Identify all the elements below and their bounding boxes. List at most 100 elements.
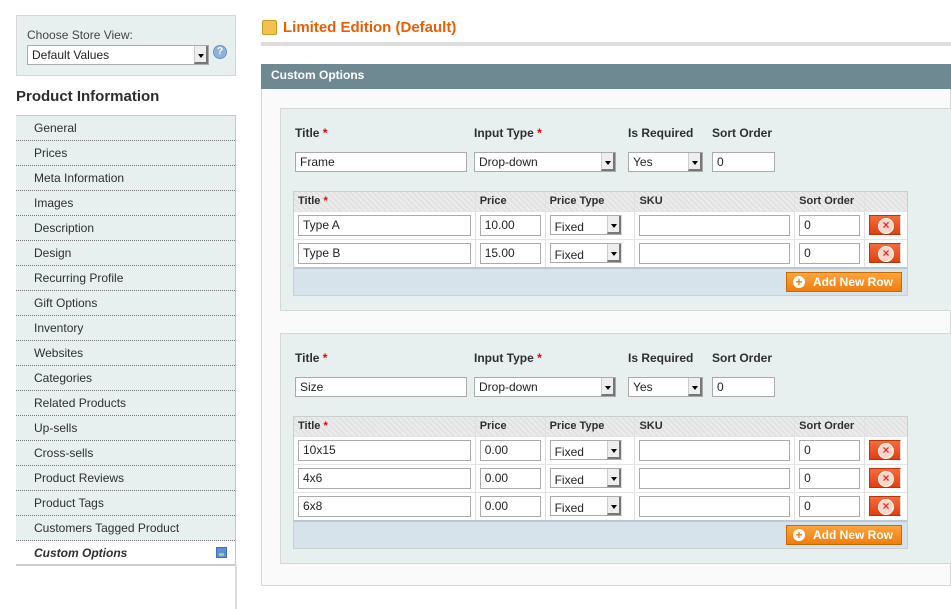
- sidebar-item-product-reviews[interactable]: Product Reviews: [16, 466, 235, 491]
- store-view-label: Choose Store View:: [27, 28, 133, 42]
- option-title-input[interactable]: Size: [295, 377, 467, 397]
- delete-row-button[interactable]: [869, 243, 902, 263]
- sidebar-item-label: Custom Options: [34, 546, 128, 560]
- price-input[interactable]: 15.00: [479, 243, 541, 264]
- delete-row-button[interactable]: [869, 468, 902, 488]
- price-type-select[interactable]: Fixed: [549, 468, 622, 488]
- divider: [235, 565, 237, 609]
- field-label: Title *: [295, 126, 328, 140]
- sidebar-item-label: General: [34, 121, 77, 135]
- sidebar-item-design[interactable]: Design: [16, 241, 235, 266]
- price-input[interactable]: 0.00: [479, 468, 541, 489]
- sidebar-item-label: Prices: [34, 146, 68, 160]
- sku-input[interactable]: [639, 468, 791, 489]
- price-type-select[interactable]: Fixed: [549, 440, 622, 460]
- chevron-down-icon: [601, 153, 615, 171]
- field-label: Sort Order: [712, 126, 773, 140]
- sidebar-item-label: Up-sells: [34, 421, 78, 435]
- page-title: Limited Edition (Default): [262, 19, 456, 36]
- price-input[interactable]: 0.00: [479, 440, 541, 461]
- sidebar-item-inventory[interactable]: Inventory: [16, 316, 235, 341]
- sidebar-item-product-tags[interactable]: Product Tags: [16, 491, 235, 516]
- delete-row-button[interactable]: [869, 440, 902, 460]
- chevron-down-icon: [688, 378, 702, 396]
- sidebar-item-prices[interactable]: Prices: [16, 141, 235, 166]
- price-input[interactable]: 0.00: [479, 496, 541, 517]
- chevron-down-icon: [606, 244, 621, 262]
- sort-order-input[interactable]: 0: [712, 377, 775, 397]
- sort-order-input[interactable]: 0: [712, 152, 775, 172]
- add-new-row-button[interactable]: Add New Row: [786, 525, 902, 545]
- custom-option: Title * Input Type * Is Required Sort Order…: [280, 108, 951, 311]
- chevron-down-icon: [688, 153, 702, 171]
- sidebar-item-categories[interactable]: Categories: [16, 366, 235, 391]
- price-type-select[interactable]: Fixed: [549, 243, 622, 263]
- sidebar-item-websites[interactable]: Websites: [16, 341, 235, 366]
- sidebar-item-customers-tagged-product[interactable]: Customers Tagged Product: [16, 516, 235, 541]
- sidebar-item-gift-options[interactable]: Gift Options: [16, 291, 235, 316]
- sku-input[interactable]: [639, 496, 791, 517]
- option-values-table: Title * Price Price Type SKU Sort Order Type…: [293, 191, 908, 296]
- sidebar-item-general[interactable]: General: [16, 116, 235, 141]
- is-required-select[interactable]: Yes: [628, 152, 703, 172]
- store-view-select[interactable]: Default Values: [27, 45, 209, 65]
- is-required-select[interactable]: Yes: [628, 377, 703, 397]
- field-label: Is Required: [628, 126, 694, 140]
- sidebar-item-label: Inventory: [34, 321, 84, 335]
- sidebar-item-images[interactable]: Images: [16, 191, 235, 216]
- sidebar-item-description[interactable]: Description: [16, 216, 235, 241]
- value-title-input[interactable]: 10x15: [298, 440, 471, 461]
- price-type-select[interactable]: Fixed: [549, 496, 622, 516]
- divider: [261, 42, 951, 46]
- sidebar-item-recurring-profile[interactable]: Recurring Profile: [16, 266, 235, 291]
- store-view-value: Default Values: [32, 48, 110, 62]
- store-switcher: Choose Store View: Default Values: [16, 15, 236, 76]
- sku-input[interactable]: [639, 440, 791, 461]
- value-title-input[interactable]: Type A: [298, 215, 471, 236]
- value-title-input[interactable]: 6x8: [298, 496, 471, 517]
- field-label: Sort Order: [712, 351, 773, 365]
- sku-input[interactable]: [639, 215, 791, 236]
- sidebar-item-label: Related Products: [34, 396, 127, 410]
- save-icon: [216, 547, 227, 558]
- value-title-input[interactable]: Type B: [298, 243, 471, 264]
- sort-order-input[interactable]: 0: [799, 468, 861, 489]
- sidebar-tabs: General Prices Meta Information Images Descr…: [16, 115, 236, 566]
- table-header: Title * Price Price Type SKU Sort Order: [294, 192, 907, 211]
- input-type-select[interactable]: Drop-down: [474, 377, 616, 397]
- sidebar-item-label: Recurring Profile: [34, 271, 124, 285]
- field-label: Input Type *: [474, 126, 542, 140]
- input-type-select[interactable]: Drop-down: [474, 152, 616, 172]
- help-icon[interactable]: ?: [213, 45, 227, 59]
- sort-order-input[interactable]: 0: [799, 215, 861, 236]
- field-label: Is Required: [628, 351, 694, 365]
- value-title-input[interactable]: 4x6: [298, 468, 471, 489]
- sidebar-item-label: Categories: [34, 371, 93, 385]
- sort-order-input[interactable]: 0: [799, 496, 861, 517]
- chevron-down-icon: [601, 378, 615, 396]
- product-box-icon: [262, 20, 277, 35]
- table-row: 4x6 0.00 Fixed 0: [294, 464, 907, 492]
- chevron-down-icon: [194, 46, 208, 64]
- sku-input[interactable]: [639, 243, 791, 264]
- add-new-row-button[interactable]: Add New Row: [786, 272, 902, 292]
- price-input[interactable]: 10.00: [479, 215, 541, 236]
- sidebar-item-custom-options[interactable]: Custom Options: [16, 541, 235, 566]
- sidebar-item-related-products[interactable]: Related Products: [16, 391, 235, 416]
- table-footer: Add New Row: [294, 520, 907, 548]
- sidebar-item-label: Gift Options: [34, 296, 98, 310]
- table-row: Type A 10.00 Fixed 0: [294, 211, 907, 239]
- sort-order-input[interactable]: 0: [799, 243, 861, 264]
- delete-row-button[interactable]: [869, 496, 902, 516]
- option-title-input[interactable]: Frame: [295, 152, 467, 172]
- delete-row-button[interactable]: [869, 215, 902, 235]
- custom-option: Title * Input Type * Is Required Sort Order…: [280, 333, 951, 564]
- sidebar-title: Product Information: [16, 88, 160, 105]
- field-label: Input Type *: [474, 351, 542, 365]
- sort-order-input[interactable]: 0: [799, 440, 861, 461]
- price-type-select[interactable]: Fixed: [549, 215, 622, 235]
- sidebar-item-up-sells[interactable]: Up-sells: [16, 416, 235, 441]
- sidebar-item-cross-sells[interactable]: Cross-sells: [16, 441, 235, 466]
- option-values-table: Title * Price Price Type SKU Sort Order 10x1…: [293, 416, 908, 549]
- sidebar-item-meta-information[interactable]: Meta Information: [16, 166, 235, 191]
